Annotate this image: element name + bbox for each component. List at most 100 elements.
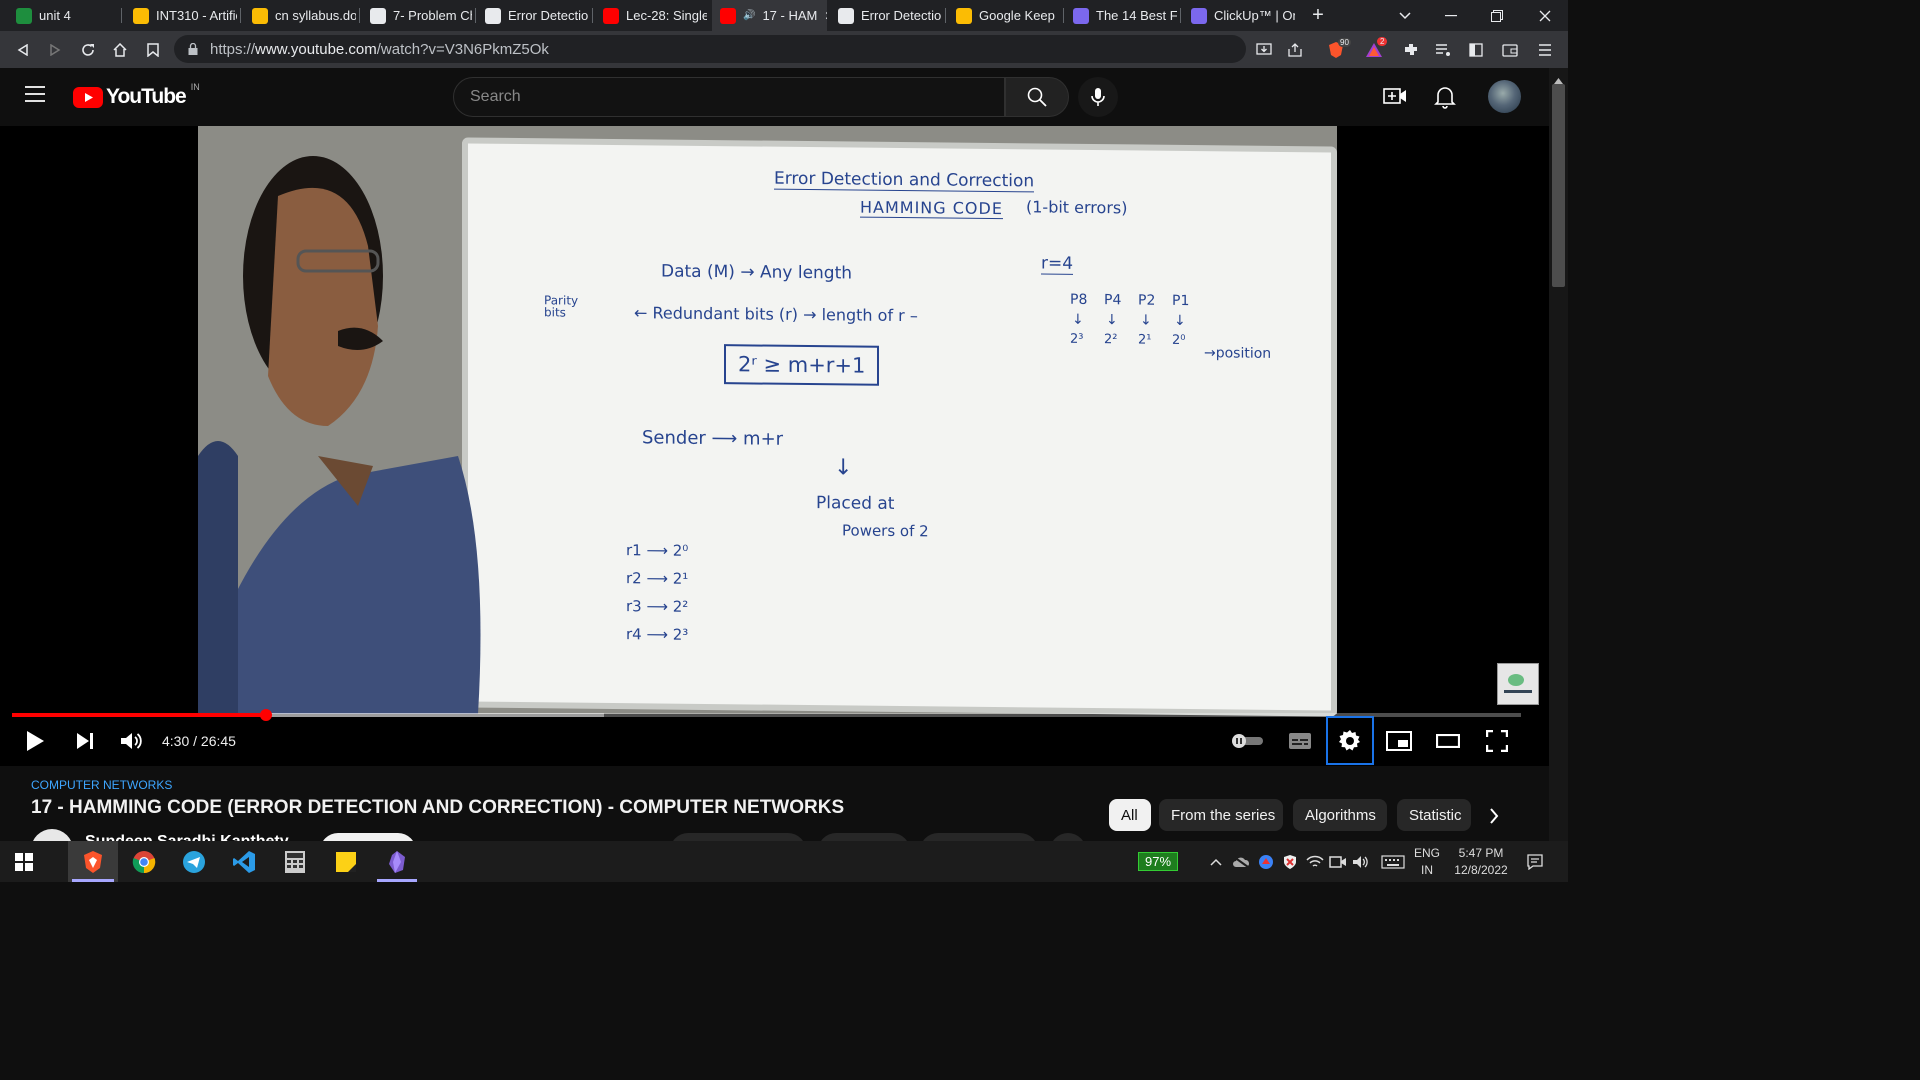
browser-tab[interactable]: Error Detection [477, 0, 589, 31]
channel-avatar[interactable] [31, 829, 73, 841]
wb-parity-arrow: ↓ [1174, 312, 1186, 329]
tray-keyboard[interactable] [1378, 841, 1408, 882]
taskbar-chrome[interactable] [120, 841, 168, 882]
tray-app[interactable] [1255, 841, 1277, 882]
battery-indicator[interactable]: 97% [1131, 841, 1185, 882]
browser-tab[interactable]: ClickUp™ | On [1183, 0, 1295, 31]
avatar[interactable] [1488, 80, 1521, 113]
tray-wifi[interactable] [1304, 841, 1326, 882]
search-button[interactable] [1005, 77, 1069, 117]
share-button[interactable] [1281, 31, 1309, 68]
browser-tab[interactable]: unit 4 [8, 0, 118, 31]
taskbar-brave[interactable] [68, 841, 118, 882]
browser-tab[interactable]: INT310 - Artific [125, 0, 237, 31]
search-input[interactable] [453, 77, 1005, 117]
start-button[interactable] [0, 841, 48, 882]
filter-chip[interactable]: From the series [1159, 799, 1283, 831]
url-scheme: https:// [210, 40, 256, 58]
taskbar-sticky-notes[interactable] [322, 841, 370, 882]
clock[interactable]: 5:47 PM 12/8/2022 [1446, 841, 1516, 882]
channel-watermark[interactable] [1497, 663, 1539, 705]
browser-tab[interactable]: Lec-28: Single [595, 0, 707, 31]
back-icon [17, 43, 28, 56]
download-action-button[interactable] [920, 833, 1038, 841]
taskbar-telegram[interactable] [170, 841, 218, 882]
series-link[interactable]: COMPUTER NETWORKS [31, 778, 172, 792]
youtube-icon [720, 7, 736, 24]
create-button[interactable] [1383, 86, 1407, 111]
theater-mode-icon [1436, 734, 1460, 748]
close-window-button[interactable] [1530, 0, 1560, 31]
tray-security[interactable] [1279, 841, 1301, 882]
browser-tab[interactable]: cn syllabus.doc [244, 0, 356, 31]
settings-button[interactable] [1332, 718, 1368, 764]
taskbar-calculator[interactable] [271, 841, 319, 882]
chrome-icon [132, 850, 156, 873]
scrollbar-thumb[interactable] [1552, 84, 1565, 287]
browser-menu-button[interactable] [1531, 31, 1559, 68]
youtube-logo[interactable]: YouTube IN [73, 82, 200, 109]
minimize-button[interactable] [1436, 0, 1466, 31]
brave-rewards-button[interactable]: 2 [1360, 31, 1388, 68]
chips-next-button[interactable] [1480, 803, 1508, 829]
bookmark-button[interactable] [138, 31, 168, 68]
tray-onedrive[interactable] [1230, 841, 1252, 882]
tray-overflow-button[interactable] [1205, 841, 1227, 882]
next-button[interactable] [68, 718, 102, 764]
scrubber-handle[interactable] [259, 709, 272, 721]
taskbar-obsidian[interactable] [373, 841, 421, 882]
windows-logo-icon [15, 852, 33, 871]
voice-search-button[interactable] [1078, 77, 1118, 117]
fullscreen-button[interactable] [1479, 718, 1515, 764]
wallet-button[interactable] [1496, 31, 1524, 68]
sidebar-icon [1469, 42, 1483, 57]
notifications-center-button[interactable] [1522, 841, 1548, 882]
volume-icon [121, 733, 142, 749]
notifications-button[interactable] [1434, 85, 1456, 114]
forward-button[interactable] [40, 31, 70, 68]
tray-volume[interactable] [1350, 841, 1372, 882]
tab-search-button[interactable] [1392, 0, 1418, 31]
browser-tab[interactable]: Google Keep [948, 0, 1060, 31]
home-button[interactable] [105, 31, 135, 68]
mute-button[interactable] [115, 718, 149, 764]
sidebar-button[interactable] [1462, 31, 1490, 68]
play-button[interactable] [18, 718, 52, 764]
rewards-badge: 2 [1377, 37, 1388, 46]
tray-meet[interactable] [1327, 841, 1349, 882]
browser-tab[interactable]: 🔊 17 - HAM ✕ [712, 0, 827, 31]
new-tab-button[interactable]: + [1305, 0, 1331, 31]
wb-position-label: →position [1204, 345, 1272, 362]
taskbar-vscode[interactable] [220, 841, 268, 882]
miniplayer-button[interactable] [1381, 718, 1417, 764]
back-button[interactable] [8, 31, 38, 68]
progress-bar[interactable] [12, 709, 1521, 721]
restore-button[interactable] [1482, 0, 1512, 31]
autoplay-toggle[interactable] [1228, 718, 1266, 764]
extensions-button[interactable] [1397, 31, 1425, 68]
brave-shields-button[interactable]: 90 [1322, 31, 1351, 68]
played-bar [12, 713, 266, 717]
more-actions-button[interactable] [1050, 833, 1086, 841]
install-app-button[interactable] [1250, 31, 1278, 68]
browser-tab[interactable]: The 14 Best Fre [1065, 0, 1177, 31]
browser-tab[interactable]: Error Detection [830, 0, 942, 31]
browser-tab[interactable]: 7- Problem Ch [362, 0, 472, 31]
reload-button[interactable] [73, 31, 103, 68]
language-indicator[interactable]: ENG IN [1412, 841, 1442, 882]
guide-menu-button[interactable] [24, 85, 50, 109]
media-controls-button[interactable] [1429, 31, 1457, 68]
filter-chip[interactable]: All [1109, 799, 1151, 831]
wb-sender-line: Sender ⟶ m+r [642, 427, 784, 450]
channel-name[interactable]: Sundeep Saradhi Kanthety [85, 831, 289, 841]
address-bar[interactable]: https://www.youtube.com/watch?v=V3N6PkmZ… [174, 35, 1246, 63]
theater-mode-button[interactable] [1430, 718, 1466, 764]
close-tab-icon[interactable]: ✕ [824, 9, 827, 23]
cloud-offline-icon [1233, 855, 1250, 868]
subscribe-button[interactable] [320, 833, 416, 841]
subtitles-button[interactable] [1283, 718, 1317, 764]
like-dislike-buttons[interactable] [670, 833, 806, 841]
filter-chip[interactable]: Algorithms [1293, 799, 1387, 831]
share-action-button[interactable] [818, 833, 910, 841]
filter-chip[interactable]: Statistic [1397, 799, 1471, 831]
